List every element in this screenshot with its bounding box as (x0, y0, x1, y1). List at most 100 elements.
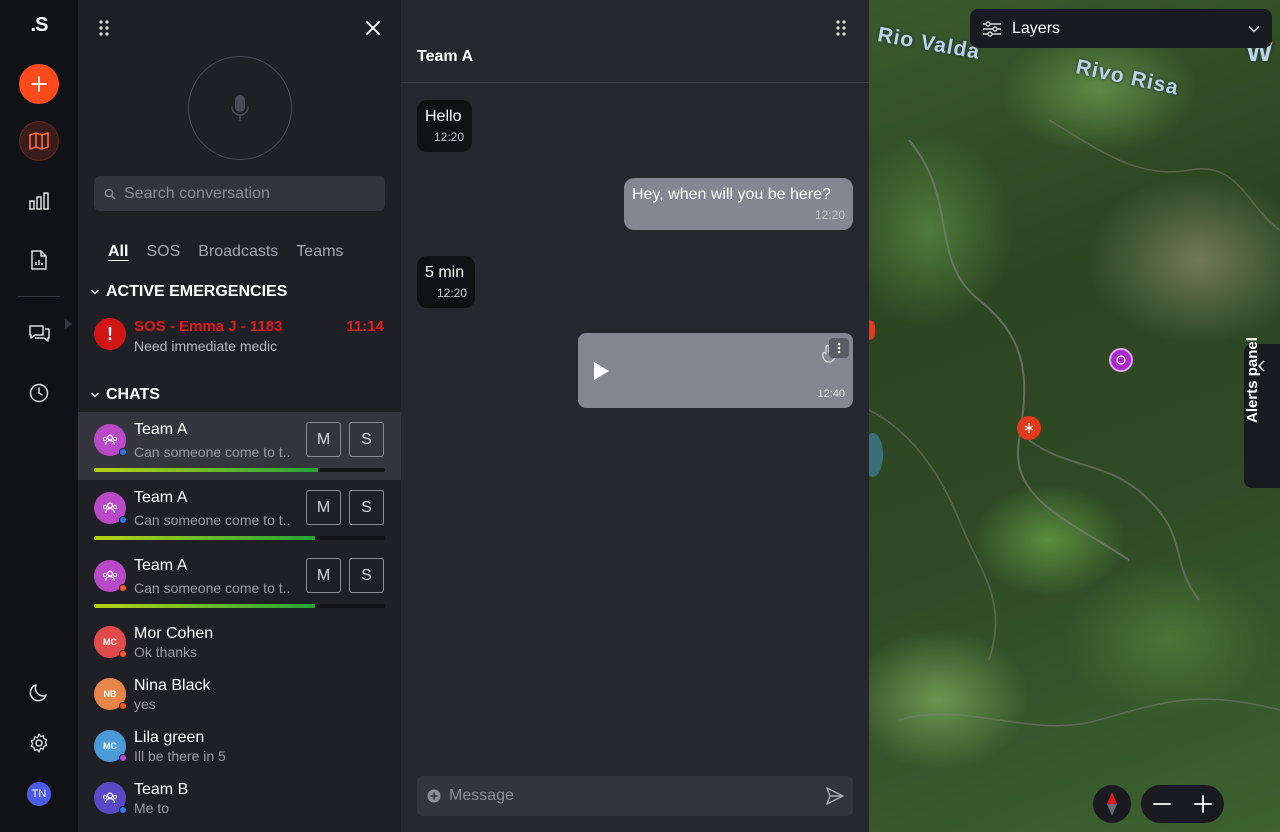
chat-name: Lila green (134, 729, 205, 746)
conversation-panel: All SOS Broadcasts Teams ACTIVE EMERGENC… (78, 0, 401, 832)
emergency-time: 11:14 (346, 318, 384, 335)
nav-map-button[interactable] (19, 121, 59, 161)
clock-icon (29, 383, 49, 403)
progress-fill (94, 536, 316, 540)
status-dot (119, 702, 127, 710)
compass-button[interactable] (1093, 785, 1131, 823)
section-heading: ACTIVE EMERGENCIES (106, 283, 288, 300)
close-icon[interactable] (365, 20, 381, 36)
chat-icon (29, 325, 50, 342)
chats-section-toggle[interactable]: CHATS (90, 386, 160, 404)
message-input[interactable] (449, 787, 809, 805)
play-icon[interactable] (592, 361, 610, 381)
m-button[interactable]: M (306, 422, 341, 457)
zoom-in-icon[interactable] (1193, 794, 1213, 814)
user-avatar[interactable]: TN (27, 782, 51, 806)
team-avatar (94, 492, 127, 524)
microphone-icon (231, 95, 249, 121)
layers-label: Layers (1012, 19, 1061, 37)
bar-chart-icon (29, 192, 49, 210)
map-icon (29, 132, 49, 150)
settings-button[interactable] (19, 723, 59, 763)
avatar: NB (94, 678, 127, 710)
chat-preview: Me to (134, 800, 170, 816)
layers-dropdown[interactable]: Layers (970, 9, 1272, 48)
active-indicator-arrow (65, 319, 72, 329)
list-item[interactable]: Team B Me to (78, 776, 401, 824)
team-icon (102, 570, 118, 582)
chat-preview: Can someone come to t.. (134, 512, 291, 528)
s-button[interactable]: S (349, 490, 384, 525)
send-icon[interactable] (825, 786, 845, 806)
sliders-icon (983, 20, 1001, 37)
message-time: 12:20 (433, 130, 464, 144)
status-dot (119, 516, 127, 524)
chat-name: Team A (134, 557, 188, 574)
status-dot (119, 448, 127, 456)
list-item[interactable]: MC Mor Cohen Ok thanks (78, 620, 401, 668)
nav-history-button[interactable] (19, 373, 59, 413)
drag-handle-icon[interactable] (835, 20, 847, 36)
map-terrain (869, 119, 1280, 727)
plus-icon (31, 76, 47, 92)
message-options-button[interactable] (829, 338, 849, 358)
chevron-down-icon (91, 289, 99, 295)
chat-name: Team A (134, 489, 188, 506)
dark-mode-button[interactable] (19, 672, 59, 712)
chat-preview: yes (134, 696, 156, 712)
add-button[interactable] (19, 64, 59, 104)
progress-fill (94, 604, 316, 608)
m-button[interactable]: M (306, 558, 341, 593)
map-marker-alert[interactable] (1017, 416, 1041, 440)
chat-title: Team A (417, 48, 474, 65)
m-button[interactable]: M (306, 490, 341, 525)
team-avatar (94, 424, 127, 456)
add-attachment-icon[interactable] (427, 789, 441, 803)
chat-name: Team B (134, 781, 189, 798)
more-vertical-icon (837, 342, 841, 354)
nav-chat-button[interactable] (19, 314, 59, 354)
emergency-item[interactable]: ! SOS - Emma J - 1183 11:14 Need immedia… (78, 312, 401, 360)
map-view[interactable]: Rio Valda Rivo Risa W Layers Alerts pane… (869, 0, 1280, 832)
avatar: MC (94, 730, 127, 762)
team-icon (102, 502, 118, 514)
team-icon (102, 434, 118, 446)
chevron-down-icon (1248, 25, 1260, 33)
nav-analytics-button[interactable] (19, 181, 59, 221)
zoom-out-icon[interactable] (1152, 794, 1172, 814)
section-heading: CHATS (106, 386, 160, 403)
search-input[interactable] (124, 184, 374, 203)
list-item[interactable]: NB Nina Black yes (78, 672, 401, 720)
list-item[interactable]: Team A Can someone come to t.. M S (78, 548, 401, 616)
message-bubble-incoming: 5 min 12:20 (417, 256, 475, 308)
team-avatar (94, 560, 127, 592)
message-text: Hello (425, 108, 462, 125)
status-dot (119, 650, 127, 658)
map-marker-partial[interactable] (869, 320, 875, 340)
list-item[interactable]: Team A Can someone come to t.. M S (78, 480, 401, 548)
chat-preview: Can someone come to t.. (134, 580, 291, 596)
emergencies-section-toggle[interactable]: ACTIVE EMERGENCIES (90, 283, 287, 301)
drag-handle-icon[interactable] (98, 20, 110, 36)
alert-icon (1024, 423, 1034, 433)
push-to-talk-button[interactable] (188, 56, 292, 160)
chat-preview: Can someone come to t.. (134, 444, 291, 460)
search-icon (104, 188, 116, 199)
list-item[interactable]: MC Lila green Ill be there in 5 (78, 724, 401, 772)
emergency-message: Need immediate medic (134, 338, 278, 354)
map-marker-team[interactable] (1109, 348, 1133, 372)
tab-teams[interactable]: Teams (296, 243, 343, 261)
nav-reports-button[interactable] (19, 240, 59, 280)
tab-broadcasts[interactable]: Broadcasts (198, 243, 278, 261)
tab-sos[interactable]: SOS (146, 243, 180, 261)
status-dot (119, 754, 127, 762)
progress-bar (94, 468, 385, 472)
s-button[interactable]: S (349, 422, 384, 457)
status-dot (119, 806, 127, 814)
tab-all[interactable]: All (108, 243, 128, 261)
divider (401, 82, 869, 83)
s-button[interactable]: S (349, 558, 384, 593)
message-time: 12:20 (436, 286, 467, 300)
list-item[interactable]: Team A Can someone come to t.. M S (78, 412, 401, 480)
alerts-panel-toggle[interactable]: Alerts panel (1244, 337, 1280, 488)
